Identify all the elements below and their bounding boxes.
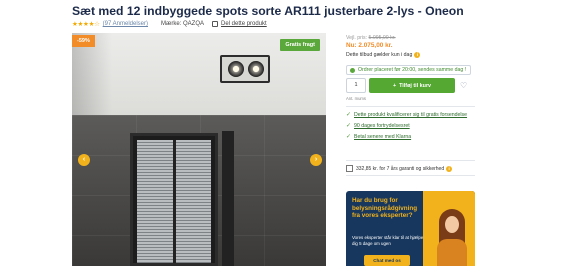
product-meta: ★★★★☆ (97 Anmeldelser) Mærke: QAZQA Del …	[72, 20, 267, 28]
advisor-photo	[437, 209, 467, 266]
previous-image-button[interactable]: ‹	[78, 154, 90, 166]
share-icon	[212, 21, 219, 27]
free-shipping-badge: Gratis fragt	[280, 39, 320, 51]
check-icon: ✓	[346, 134, 352, 140]
window-with-blinds	[130, 133, 218, 266]
recommended-price-value: 5.095,00 kr.	[368, 35, 396, 41]
share-label: Del dette produkt	[221, 21, 267, 27]
divider	[346, 160, 475, 161]
check-icon: ✓	[346, 123, 352, 129]
offer-note: Dette tilbud gælder kun i dag i	[346, 52, 421, 58]
cart-plus-icon: +	[392, 82, 397, 89]
benefit-item[interactable]: ✓ Dette produkt kvalificerer sig til gra…	[346, 112, 476, 119]
quantity-input[interactable]: 1	[346, 78, 366, 93]
check-icon: ✓	[346, 112, 352, 118]
add-to-cart-label: Tilføj til kurv	[399, 82, 432, 89]
product-image[interactable]: -59% Gratis fragt ‹ ›	[72, 33, 326, 266]
rating-stars-icon: ★★★★☆	[72, 21, 100, 28]
discount-badge: -59%	[72, 35, 95, 47]
warranty-checkbox[interactable]	[346, 165, 353, 172]
benefits-list: ✓ Dette produkt kvalificerer sig til gra…	[346, 112, 476, 145]
product-title: Sæt med 12 indbyggede spots sorte AR111 …	[72, 4, 464, 18]
info-icon[interactable]: i	[414, 52, 421, 58]
info-icon[interactable]: i	[446, 165, 453, 172]
in-stock-icon	[350, 67, 355, 73]
benefit-item[interactable]: ✓ 90 dages fortrydelsesret	[346, 123, 476, 130]
chat-button[interactable]: Chat med os	[364, 255, 410, 266]
share-button[interactable]: Del dette produkt	[212, 21, 267, 27]
stock-status: Ordrer placeret før 20:00, sendes samme …	[346, 65, 471, 75]
recommended-price-label: Vejl. pris:	[346, 35, 368, 41]
current-price: Nu: 2.075,00 kr.	[346, 42, 393, 49]
divider	[346, 175, 475, 176]
divider	[346, 106, 475, 107]
recommended-price: Vejl. pris: 5.095,00 kr.	[346, 35, 396, 41]
curtain	[222, 131, 234, 266]
warranty-option[interactable]: 332,85 kr. for 7 års garanti og sikkerhe…	[346, 165, 453, 172]
advisor-title: Har du brug for belysningsrådgivning fra…	[352, 197, 418, 219]
wishlist-heart-icon[interactable]: ♡	[460, 81, 467, 90]
warranty-text: 332,85 kr. for 7 års garanti og sikkerhe…	[356, 165, 445, 172]
quantity-label: Ant. mums	[346, 96, 367, 101]
advisor-panel: Har du brug for belysningsrådgivning fra…	[346, 191, 475, 266]
brand-label: Mærke: QAZQA	[161, 21, 205, 27]
add-to-cart-button[interactable]: + Tilføj til kurv	[369, 78, 455, 93]
benefit-item[interactable]: ✓ Betal senere med Klarna	[346, 134, 476, 141]
offer-text: Dette tilbud gælder kun i dag	[346, 52, 413, 58]
advisor-text: Vores eksperter står klar til at hjælpe …	[352, 235, 424, 246]
next-image-button[interactable]: ›	[310, 154, 322, 166]
reviews-link[interactable]: (97 Anmeldelser)	[103, 21, 148, 27]
stock-text: Ordrer placeret før 20:00, sendes samme …	[358, 67, 467, 73]
spotlight-fixture	[220, 55, 270, 83]
